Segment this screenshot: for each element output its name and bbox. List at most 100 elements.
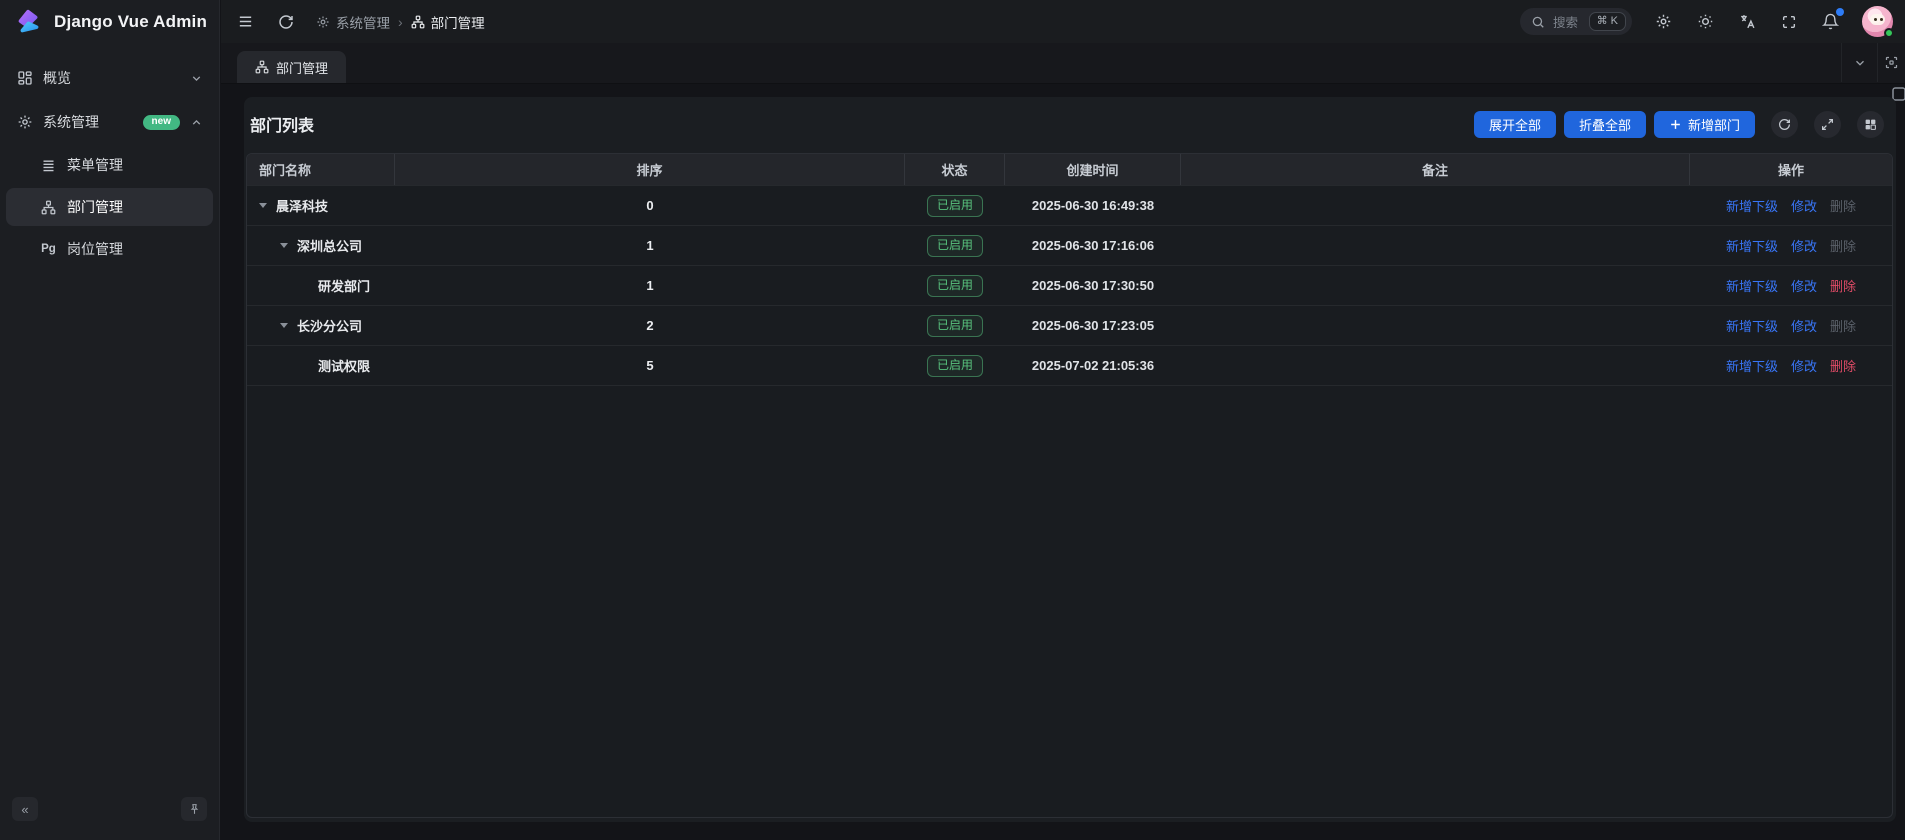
breadcrumb-item-dept[interactable]: 部门管理 — [411, 12, 485, 32]
created-time: 2025-06-30 17:30:50 — [1005, 278, 1181, 293]
col-dept-name: 部门名称 — [247, 154, 395, 185]
col-created: 创建时间 — [1005, 154, 1181, 185]
created-time: 2025-06-30 17:16:06 — [1005, 238, 1181, 253]
table-row: 长沙分公司 2 已启用 2025-06-30 17:23:05 新增下级 修改 … — [247, 306, 1892, 346]
delete-link[interactable]: 删除 — [1830, 276, 1856, 295]
org-chart-icon — [255, 60, 269, 74]
sidebar: Django Vue Admin 概览 系统管理 new — [0, 0, 220, 840]
dept-name: 晨泽科技 — [276, 196, 328, 215]
table-row: 测试权限 5 已启用 2025-07-02 21:05:36 新增下级 修改 删… — [247, 346, 1892, 386]
edit-link[interactable]: 修改 — [1791, 276, 1817, 295]
status-badge: 已启用 — [927, 195, 983, 217]
delete-link: 删除 — [1830, 196, 1856, 215]
tab-label: 部门管理 — [276, 58, 328, 77]
sidebar-item-label: 菜单管理 — [67, 155, 203, 175]
col-sort: 排序 — [395, 154, 905, 185]
sort-value: 0 — [395, 198, 905, 213]
sort-value: 5 — [395, 358, 905, 373]
col-status: 状态 — [905, 154, 1005, 185]
app-logo[interactable]: Django Vue Admin — [0, 0, 219, 44]
table-row: 晨泽科技 0 已启用 2025-06-30 16:49:38 新增下级 修改 删… — [247, 186, 1892, 226]
status-badge: 已启用 — [927, 355, 983, 377]
delete-link[interactable]: 删除 — [1830, 356, 1856, 375]
edit-link[interactable]: 修改 — [1791, 356, 1817, 375]
edit-link[interactable]: 修改 — [1791, 196, 1817, 215]
table-refresh-icon[interactable] — [1771, 111, 1798, 138]
refresh-icon[interactable] — [276, 12, 296, 32]
expand-caret-icon[interactable] — [280, 323, 297, 328]
org-chart-icon — [411, 15, 425, 29]
sort-value: 2 — [395, 318, 905, 333]
add-dept-label: 新增部门 — [1688, 115, 1740, 134]
new-badge: new — [143, 115, 180, 130]
breadcrumb-item-system[interactable]: 系统管理 — [316, 12, 390, 32]
language-translate-icon[interactable] — [1737, 11, 1758, 32]
dept-table: 部门名称 排序 状态 创建时间 备注 操作 晨泽科技 0 已启用 2025-06… — [246, 153, 1893, 818]
status-badge: 已启用 — [927, 315, 983, 337]
breadcrumb-label: 部门管理 — [431, 12, 485, 32]
dept-list-card: 部门列表 展开全部 折叠全部 新增部门 — [244, 97, 1896, 822]
fullscreen-icon[interactable] — [1779, 12, 1799, 32]
add-child-link[interactable]: 新增下级 — [1726, 196, 1778, 215]
sidebar-item-overview[interactable]: 概览 — [6, 58, 213, 98]
tab-dropdown-chevron-icon[interactable] — [1841, 43, 1877, 82]
chevron-up-icon — [190, 116, 203, 129]
collapse-all-button[interactable]: 折叠全部 — [1564, 111, 1646, 138]
gear-icon — [316, 15, 330, 29]
sidebar-item-label: 岗位管理 — [67, 239, 203, 259]
tab-dept-mgmt[interactable]: 部门管理 — [237, 51, 346, 83]
delete-link: 删除 — [1830, 236, 1856, 255]
expand-caret-icon[interactable] — [259, 203, 276, 208]
content-maximize-icon[interactable] — [1877, 43, 1905, 82]
theme-sun-icon[interactable] — [1695, 11, 1716, 32]
menu-list-icon — [40, 158, 57, 173]
topbar: 系统管理 › 部门管理 搜索 ⌘ K — [221, 0, 1905, 43]
chevron-right-icon: › — [398, 14, 403, 30]
page-title: 部门列表 — [250, 112, 314, 136]
sidebar-item-post-mgmt[interactable]: Pg 岗位管理 — [6, 230, 213, 268]
org-chart-icon — [40, 200, 57, 215]
delete-link: 删除 — [1830, 316, 1856, 335]
add-child-link[interactable]: 新增下级 — [1726, 316, 1778, 335]
edit-link[interactable]: 修改 — [1791, 316, 1817, 335]
col-ops: 操作 — [1690, 154, 1892, 185]
breadcrumb-label: 系统管理 — [336, 12, 390, 32]
add-child-link[interactable]: 新增下级 — [1726, 356, 1778, 375]
online-status-dot — [1884, 28, 1894, 38]
expand-caret-icon[interactable] — [280, 243, 297, 248]
created-time: 2025-07-02 21:05:36 — [1005, 358, 1181, 373]
notification-dot — [1836, 8, 1844, 16]
dept-name: 测试权限 — [318, 356, 370, 375]
search-input[interactable]: 搜索 ⌘ K — [1520, 8, 1632, 35]
add-dept-button[interactable]: 新增部门 — [1654, 111, 1755, 138]
sidebar-footer: « — [0, 788, 219, 840]
table-row: 研发部门 1 已启用 2025-06-30 17:30:50 新增下级 修改 删… — [247, 266, 1892, 306]
column-settings-grid-icon[interactable] — [1857, 111, 1884, 138]
table-fullscreen-icon[interactable] — [1814, 111, 1841, 138]
pin-icon[interactable] — [181, 797, 207, 821]
sidebar-item-dept-mgmt[interactable]: 部门管理 — [6, 188, 213, 226]
pg-icon: Pg — [40, 243, 57, 255]
settings-gear-icon[interactable] — [1653, 11, 1674, 32]
sidebar-item-system[interactable]: 系统管理 new — [6, 102, 213, 142]
add-child-link[interactable]: 新增下级 — [1726, 276, 1778, 295]
col-remark: 备注 — [1181, 154, 1690, 185]
avatar[interactable] — [1862, 6, 1893, 37]
app-title: Django Vue Admin — [54, 12, 207, 32]
sidebar-item-label: 部门管理 — [67, 197, 203, 217]
hamburger-menu-icon[interactable] — [235, 11, 256, 32]
gear-icon — [16, 114, 33, 130]
breadcrumb: 系统管理 › 部门管理 — [316, 12, 485, 32]
expand-all-button[interactable]: 展开全部 — [1474, 111, 1556, 138]
chevron-down-icon — [190, 72, 203, 85]
edit-link[interactable]: 修改 — [1791, 236, 1817, 255]
dept-name: 研发部门 — [318, 276, 370, 295]
sidebar-collapse-button[interactable]: « — [12, 797, 38, 821]
status-badge: 已启用 — [927, 275, 983, 297]
dashboard-icon — [16, 70, 33, 86]
sidebar-item-menu-mgmt[interactable]: 菜单管理 — [6, 146, 213, 184]
sidebar-nav: 概览 系统管理 new 菜单管理 — [0, 44, 219, 788]
add-child-link[interactable]: 新增下级 — [1726, 236, 1778, 255]
search-placeholder: 搜索 — [1553, 12, 1581, 31]
table-header-row: 部门名称 排序 状态 创建时间 备注 操作 — [247, 154, 1892, 186]
